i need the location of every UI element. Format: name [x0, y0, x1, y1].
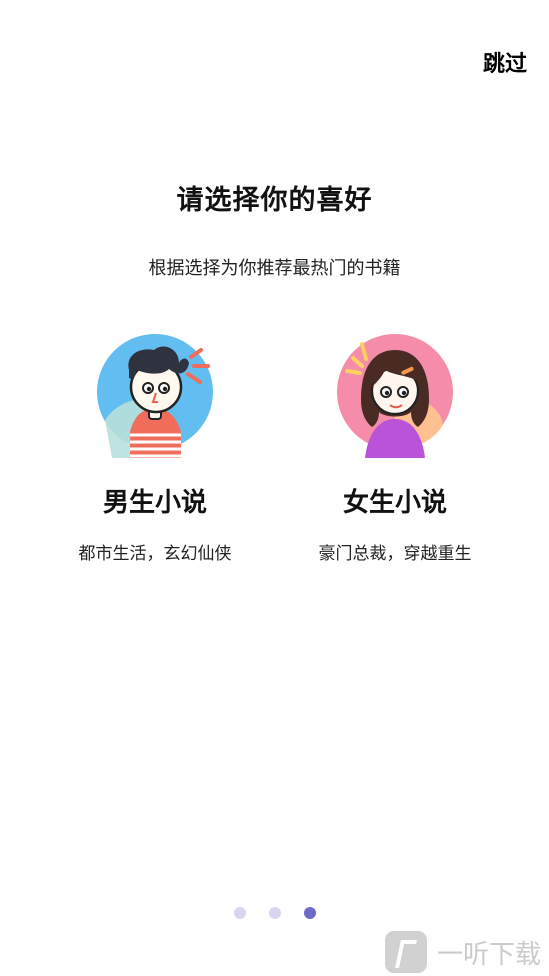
skip-button[interactable]: 跳过 [483, 46, 527, 78]
male-avatar-icon [97, 334, 213, 458]
page-indicator [0, 907, 549, 919]
female-novel-option[interactable]: 女生小说 豪门总裁，穿越重生 [275, 332, 515, 564]
page-title: 请选择你的喜好 [176, 185, 373, 216]
page-dot-2 [268, 907, 281, 919]
watermark: 一听下载 [385, 928, 549, 976]
watermark-logo-icon [385, 931, 427, 973]
male-novel-description: 都市生活，玄幻仙侠 [78, 544, 232, 564]
page-dot-3-active [303, 907, 316, 919]
watermark-text: 一听下载 [437, 939, 542, 970]
male-novel-title: 男生小说 [102, 488, 207, 518]
female-novel-title: 女生小说 [342, 488, 447, 518]
page-subtitle: 根据选择为你推荐最热门的书籍 [148, 258, 401, 279]
female-novel-description: 豪门总裁，穿越重生 [318, 544, 472, 564]
female-avatar-icon [337, 334, 453, 458]
male-novel-option[interactable]: 男生小说 都市生活，玄幻仙侠 [35, 332, 275, 564]
page-dot-1 [233, 907, 246, 919]
